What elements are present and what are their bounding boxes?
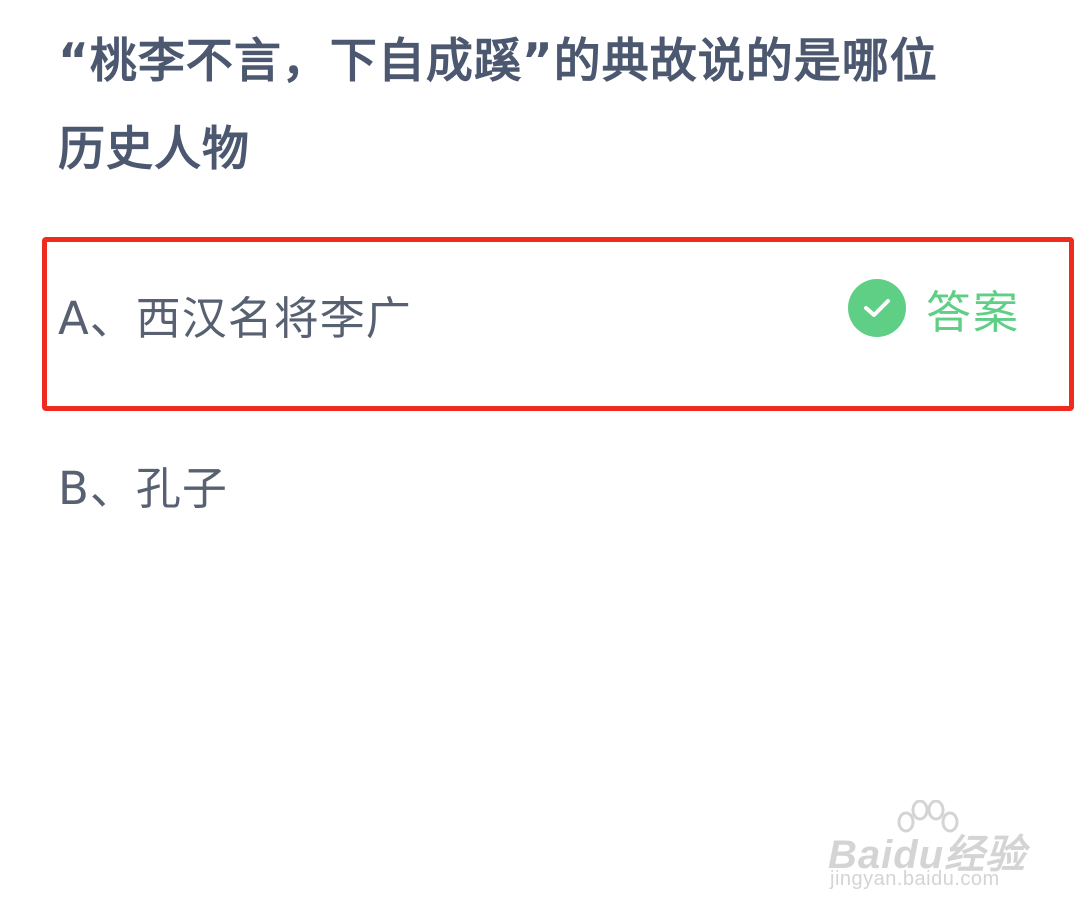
- watermark-url: jingyan.baidu.com: [830, 868, 1000, 890]
- question-text: “桃李不言，下自成蹊”的典故说的是哪位 历史人物: [58, 18, 1018, 194]
- answer-tag: 答案: [848, 279, 1020, 339]
- option-b[interactable]: B、孔子: [58, 452, 228, 517]
- answer-label: 答案: [926, 285, 1021, 339]
- option-a[interactable]: A、西汉名将李广: [58, 282, 412, 347]
- question-line-1: “桃李不言，下自成蹊”的典故说的是哪位: [58, 34, 938, 89]
- check-circle-icon: [848, 279, 906, 337]
- question-line-2: 历史人物: [58, 122, 250, 177]
- watermark: Baidu经验 jingyan.baidu.com: [828, 800, 1048, 900]
